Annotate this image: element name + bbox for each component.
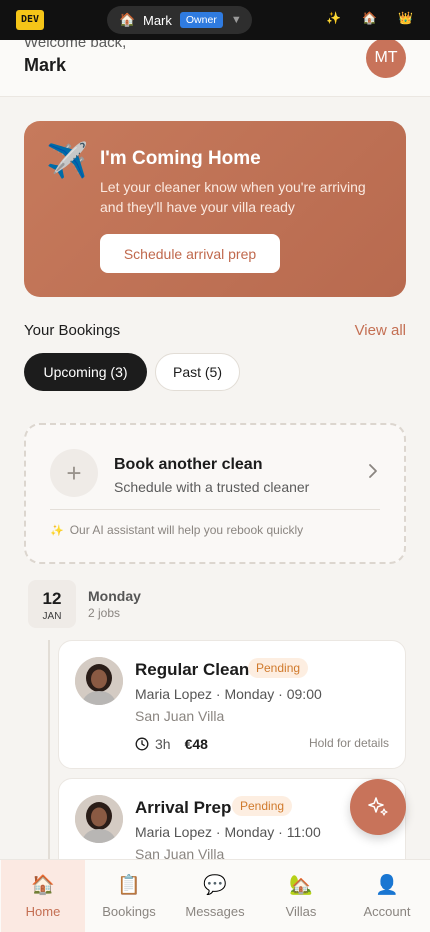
nav-item-account[interactable]: 👤 Account [345,860,429,932]
nav-item-villas[interactable]: 🏡 Villas [259,860,343,932]
cleaner-avatar [75,657,123,705]
env-badge: DEV [16,10,45,30]
page-header: Welcome back, Mark MT [0,40,430,97]
book-another-subtitle: Schedule with a trusted cleaner [114,479,310,495]
dev-toolbar: DEV 🏠 Mark Owner ▼ ✨ 🏠 👑 [0,0,430,40]
chevron-down-icon: ▼ [230,14,242,26]
job-title: Regular Clean [135,660,250,679]
schedule-arrival-prep-button[interactable]: Schedule arrival prep [100,234,280,273]
user-name-heading: Mark [24,55,67,75]
person-icon: 👤 [375,875,399,896]
cleaner-avatar [75,795,123,843]
job-details: Maria Lopez · Monday · 11:00 [135,824,321,840]
sparkles-icon: ✨ [50,525,64,537]
date-badge: 12 JAN [28,580,76,628]
timeline-line [48,640,50,860]
sparkles-icon[interactable]: ✨ [325,11,342,25]
villa-icon: 🏡 [289,875,313,896]
job-details: Maria Lopez · Monday · 09:00 [135,686,322,702]
ai-assistant-note: ✨ Our AI assistant will help you rebook q… [50,523,303,537]
tab-upcoming[interactable]: Upcoming (3) [24,353,147,391]
job-title: Arrival Prep [135,798,232,817]
current-user-name: Mark [143,12,172,28]
nav-label: Messages [185,904,245,919]
clock-icon [135,737,149,751]
book-another-title: Book another clean [114,456,263,473]
book-another-clean-card[interactable]: + Book another clean Schedule with a tru… [24,423,406,564]
tab-past[interactable]: Past (5) [155,353,240,391]
date-month: JAN [42,611,62,622]
role-badge: Owner [179,12,223,28]
job-meta: 3h €48 [135,736,208,752]
welcome-text: Welcome back, [24,40,127,51]
jobs-count: 2 jobs [88,606,121,620]
coming-home-title: I'm Coming Home [100,148,261,169]
airplane-icon: ✈️ [46,142,89,180]
job-card[interactable]: Regular Clean Pending Maria Lopez · Mond… [58,640,406,769]
ai-note-text: Our AI assistant will help you rebook qu… [69,523,304,537]
date-day: 12 [42,589,62,608]
clipboard-icon: 📋 [117,875,141,896]
avatar[interactable]: MT [366,40,406,78]
nav-label: Account [363,904,411,919]
nav-item-home[interactable]: 🏠 Home [1,860,85,932]
ai-assistant-fab[interactable] [350,779,406,835]
house-icon: 🏠 [31,875,55,896]
dev-toolbar-actions: ✨ 🏠 👑 [325,11,414,25]
nav-label: Bookings [102,904,156,919]
divider [50,509,380,510]
job-duration: 3h [155,736,171,752]
speech-bubble-icon: 💬 [203,875,227,896]
sparkles-icon [368,797,388,816]
user-switcher[interactable]: 🏠 Mark Owner ▼ [107,6,252,34]
job-villa: San Juan Villa [135,708,225,724]
coming-home-card: ✈️ I'm Coming Home Let your cleaner know… [24,121,406,297]
job-price: €48 [184,736,208,752]
status-badge: Pending [232,796,293,816]
hold-hint: Hold for details [308,736,389,750]
status-badge: Pending [248,658,309,678]
house-icon[interactable]: 🏠 [361,11,378,25]
plus-icon: + [50,449,98,497]
bottom-nav: 🏠 Home 📋 Bookings 💬 Messages 🏡 Villas 👤 … [0,859,430,932]
bookings-section-title: Your Bookings [24,322,121,339]
nav-item-bookings[interactable]: 📋 Bookings [87,860,171,932]
house-icon: 🏠 [119,12,136,27]
nav-label: Home [25,904,61,919]
view-all-link[interactable]: View all [355,322,406,339]
chevron-right-icon [368,463,378,484]
nav-item-messages[interactable]: 💬 Messages [173,860,257,932]
coming-home-description: Let your cleaner know when you're arrivi… [100,179,366,215]
date-weekday: Monday [88,588,141,604]
crown-icon[interactable]: 👑 [397,11,414,25]
nav-label: Villas [285,904,317,919]
